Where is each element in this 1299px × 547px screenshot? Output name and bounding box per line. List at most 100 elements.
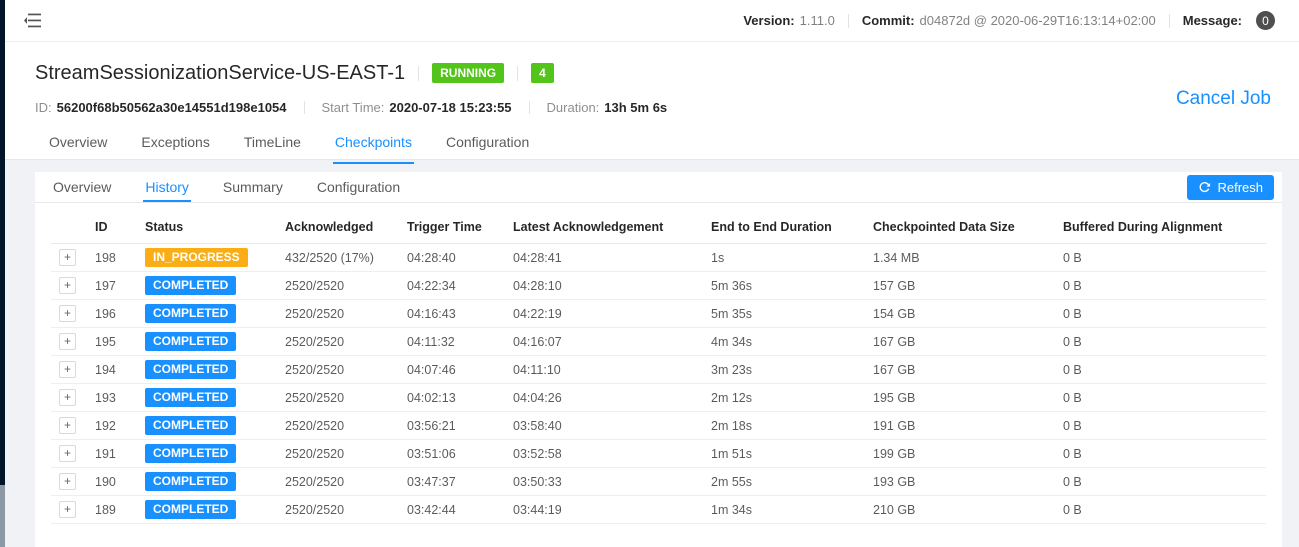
cell-acknowledged: 2520/2520 (277, 384, 399, 412)
top-bar: Version: 1.11.0 Commit: d04872d @ 2020-0… (5, 0, 1299, 42)
cell-trigger-time: 04:22:34 (399, 272, 505, 300)
cell-latest-acknowledgement: 04:28:10 (505, 272, 703, 300)
cell-checkpointed-data-size: 195 GB (865, 384, 1055, 412)
subtab-overview[interactable]: Overview (51, 172, 113, 202)
expand-row-button[interactable]: + (59, 361, 76, 378)
cell-end-to-end-duration: 3m 23s (703, 356, 865, 384)
cell-trigger-time: 03:47:37 (399, 468, 505, 496)
cell-checkpointed-data-size: 193 GB (865, 468, 1055, 496)
cell-checkpointed-data-size: 167 GB (865, 328, 1055, 356)
cell-latest-acknowledgement: 04:11:10 (505, 356, 703, 384)
cell-end-to-end-duration: 1m 34s (703, 496, 865, 524)
cell-acknowledged: 2520/2520 (277, 440, 399, 468)
commit-value: d04872d @ 2020-06-29T16:13:14+02:00 (920, 13, 1156, 28)
start-time-value: 2020-07-18 15:23:55 (389, 100, 511, 115)
commit-label: Commit: (862, 13, 915, 28)
col-latest-acknowledgement: Latest Acknowledgement (505, 211, 703, 244)
expand-row-button[interactable]: + (59, 389, 76, 406)
expand-row-button[interactable]: + (59, 445, 76, 462)
expand-row-button[interactable]: + (59, 249, 76, 266)
cell-trigger-time: 03:56:21 (399, 412, 505, 440)
status-badge: COMPLETED (145, 416, 236, 435)
cell-id: 198 (87, 244, 137, 272)
cell-id: 189 (87, 496, 137, 524)
cell-trigger-time: 04:28:40 (399, 244, 505, 272)
cell-id: 196 (87, 300, 137, 328)
job-tabs: Overview Exceptions TimeLine Checkpoints… (35, 122, 1269, 164)
divider (529, 101, 530, 114)
job-id-value: 56200f68b50562a30e14551d198e1054 (57, 100, 287, 115)
job-title-row: StreamSessionizationService-US-EAST-1 RU… (35, 58, 1269, 88)
cell-checkpointed-data-size: 1.34 MB (865, 244, 1055, 272)
table-row: + 198 IN_PROGRESS 432/2520 (17%) 04:28:4… (51, 244, 1266, 272)
col-end-to-end-duration: End to End Duration (703, 211, 865, 244)
status-badge: COMPLETED (145, 276, 236, 295)
subtab-summary[interactable]: Summary (221, 172, 285, 202)
status-badge: COMPLETED (145, 388, 236, 407)
expand-row-button[interactable]: + (59, 333, 76, 350)
divider (304, 101, 305, 114)
table-row: + 189 COMPLETED 2520/2520 03:42:44 03:44… (51, 496, 1266, 524)
refresh-label: Refresh (1217, 180, 1263, 195)
col-expand (51, 211, 87, 244)
cell-buffered-during-alignment: 0 B (1055, 328, 1266, 356)
status-badge: COMPLETED (145, 444, 236, 463)
expand-row-button[interactable]: + (59, 417, 76, 434)
cell-checkpointed-data-size: 154 GB (865, 300, 1055, 328)
job-title: StreamSessionizationService-US-EAST-1 (35, 62, 405, 85)
cell-id: 191 (87, 440, 137, 468)
subtab-history[interactable]: History (143, 172, 191, 202)
refresh-button[interactable]: Refresh (1187, 175, 1274, 200)
col-status: Status (137, 211, 277, 244)
status-badge: IN_PROGRESS (145, 248, 248, 267)
tab-configuration[interactable]: Configuration (444, 122, 531, 164)
duration-label: Duration: (547, 100, 600, 115)
col-id: ID (87, 211, 137, 244)
cell-checkpointed-data-size: 191 GB (865, 412, 1055, 440)
content-area: Overview History Summary Configuration R… (5, 160, 1299, 547)
cell-buffered-during-alignment: 0 B (1055, 244, 1266, 272)
cell-acknowledged: 2520/2520 (277, 300, 399, 328)
col-checkpointed-data-size: Checkpointed Data Size (865, 211, 1055, 244)
cell-latest-acknowledgement: 04:28:41 (505, 244, 703, 272)
message-count-badge[interactable]: 0 (1256, 11, 1275, 30)
tab-exceptions[interactable]: Exceptions (139, 122, 211, 164)
cell-checkpointed-data-size: 157 GB (865, 272, 1055, 300)
expand-row-button[interactable]: + (59, 305, 76, 322)
cell-buffered-during-alignment: 0 B (1055, 468, 1266, 496)
status-badge: COMPLETED (145, 304, 236, 323)
subtab-configuration[interactable]: Configuration (315, 172, 402, 202)
cell-acknowledged: 2520/2520 (277, 272, 399, 300)
cell-trigger-time: 04:02:13 (399, 384, 505, 412)
cell-acknowledged: 2520/2520 (277, 412, 399, 440)
cell-end-to-end-duration: 5m 35s (703, 300, 865, 328)
cell-end-to-end-duration: 2m 18s (703, 412, 865, 440)
cell-end-to-end-duration: 1s (703, 244, 865, 272)
cell-latest-acknowledgement: 04:04:26 (505, 384, 703, 412)
expand-row-button[interactable]: + (59, 277, 76, 294)
expand-row-button[interactable]: + (59, 501, 76, 518)
col-trigger-time: Trigger Time (399, 211, 505, 244)
table-row: + 195 COMPLETED 2520/2520 04:11:32 04:16… (51, 328, 1266, 356)
tab-timeline[interactable]: TimeLine (242, 122, 303, 164)
menu-fold-icon[interactable] (24, 13, 41, 28)
table-row: + 194 COMPLETED 2520/2520 04:07:46 04:11… (51, 356, 1266, 384)
cancel-job-link[interactable]: Cancel Job (1176, 88, 1271, 110)
cell-trigger-time: 03:51:06 (399, 440, 505, 468)
cell-acknowledged: 2520/2520 (277, 356, 399, 384)
tab-overview[interactable]: Overview (47, 122, 109, 164)
table-row: + 197 COMPLETED 2520/2520 04:22:34 04:28… (51, 272, 1266, 300)
cell-checkpointed-data-size: 167 GB (865, 356, 1055, 384)
tab-checkpoints[interactable]: Checkpoints (333, 122, 414, 164)
cell-id: 190 (87, 468, 137, 496)
cell-end-to-end-duration: 5m 36s (703, 272, 865, 300)
cell-trigger-time: 04:07:46 (399, 356, 505, 384)
cell-end-to-end-duration: 2m 55s (703, 468, 865, 496)
version-label: Version: (743, 13, 794, 28)
cell-acknowledged: 2520/2520 (277, 328, 399, 356)
sidebar-scroll-thumb (0, 485, 5, 547)
cell-buffered-during-alignment: 0 B (1055, 356, 1266, 384)
cell-buffered-during-alignment: 0 B (1055, 300, 1266, 328)
expand-row-button[interactable]: + (59, 473, 76, 490)
cell-buffered-during-alignment: 0 B (1055, 384, 1266, 412)
